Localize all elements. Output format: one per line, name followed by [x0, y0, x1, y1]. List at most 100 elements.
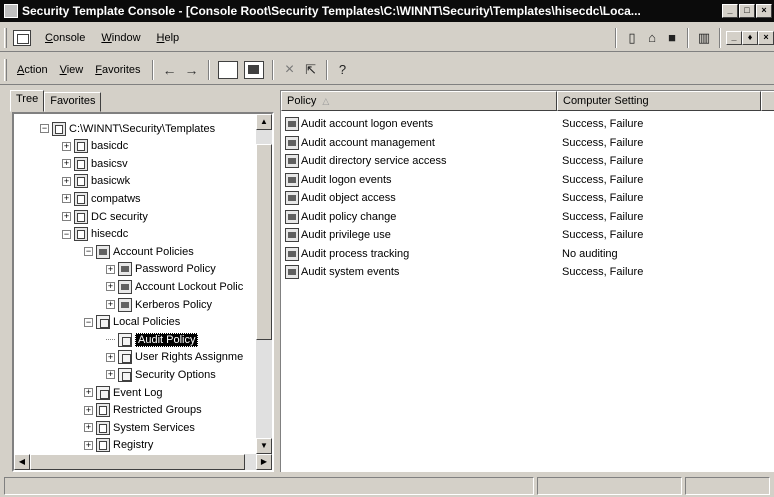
computer-setting-cell: Success, Failure: [562, 266, 644, 278]
menubar-grip[interactable]: [4, 27, 7, 48]
tree-node[interactable]: + System Services: [84, 419, 195, 436]
expand-icon[interactable]: +: [84, 423, 93, 433]
export-list-icon[interactable]: ⇱: [301, 61, 321, 79]
tree-node[interactable]: − C:\WINNT\Security\Templates: [40, 120, 215, 137]
template-icon: [96, 420, 110, 435]
scroll-left-button[interactable]: ◀: [14, 454, 30, 470]
tree-node[interactable]: + Kerberos Policy: [106, 296, 212, 313]
scroll-down-button[interactable]: ▼: [256, 438, 272, 454]
expand-icon[interactable]: +: [84, 440, 93, 450]
menu-action[interactable]: Action: [11, 64, 54, 76]
expand-icon[interactable]: +: [84, 388, 93, 397]
policy-folder-icon: [118, 367, 132, 382]
back-icon[interactable]: ←: [159, 62, 181, 78]
scroll-up-button[interactable]: ▲: [256, 114, 272, 130]
expand-icon[interactable]: +: [106, 264, 115, 274]
tree-node[interactable]: + Account Lockout Polic: [106, 278, 243, 295]
tree-node[interactable]: + Restricted Groups: [84, 402, 202, 419]
expand-icon[interactable]: +: [106, 352, 115, 362]
collapse-icon[interactable]: −: [62, 229, 71, 239]
expand-icon[interactable]: +: [106, 300, 115, 309]
tree-node[interactable]: − Local Policies: [84, 314, 180, 331]
tree-node[interactable]: + basicwk: [62, 173, 130, 190]
expand-icon[interactable]: +: [106, 282, 115, 292]
tree-node-label: Account Lockout Polic: [135, 280, 244, 293]
expand-icon[interactable]: +: [62, 159, 71, 169]
collapse-icon[interactable]: −: [40, 124, 49, 133]
menu-favorites[interactable]: Favorites: [89, 64, 146, 76]
menu-help[interactable]: Help: [149, 32, 188, 44]
new-window-icon[interactable]: ▥: [694, 29, 714, 47]
close-button[interactable]: ×: [756, 4, 772, 18]
policy-cell: Audit directory service access: [281, 154, 561, 168]
child-minimize-button[interactable]: _: [726, 30, 742, 45]
column-header-policy[interactable]: Policy △: [281, 91, 557, 111]
tab-tree[interactable]: Tree: [10, 90, 45, 112]
tab-favorites[interactable]: Favorites: [44, 92, 102, 112]
scroll-right-button[interactable]: ▶: [256, 454, 272, 470]
expand-icon[interactable]: +: [62, 194, 71, 204]
console-icon[interactable]: [13, 29, 31, 46]
policy-item-icon: [285, 191, 299, 205]
tree-node[interactable]: + DC security: [62, 208, 148, 225]
list-item[interactable]: Audit object access Success, Failure: [281, 189, 761, 207]
title-bar[interactable]: Security Template Console - [Console Roo…: [0, 0, 774, 22]
up-one-level-icon[interactable]: [217, 60, 238, 79]
expand-icon[interactable]: +: [62, 141, 71, 151]
new-icon[interactable]: ▯: [622, 29, 642, 47]
menu-window[interactable]: Window: [93, 32, 148, 44]
column-header-filler: [761, 91, 774, 111]
list-item[interactable]: Audit process tracking No auditing: [281, 245, 761, 263]
menu-view[interactable]: View: [54, 64, 90, 76]
policy-cell: Audit privilege use: [281, 228, 561, 242]
scroll-thumb[interactable]: [256, 144, 272, 340]
tree-vertical-scrollbar[interactable]: ▲ ▼: [256, 114, 272, 454]
list-item[interactable]: Audit account management Success, Failure: [281, 134, 761, 152]
computer-setting-cell: Success, Failure: [562, 173, 644, 186]
show-hide-tree-icon[interactable]: [243, 60, 264, 79]
help-icon[interactable]: ?: [333, 61, 353, 79]
list-item[interactable]: Audit system events Success, Failure: [281, 263, 761, 281]
collapse-icon[interactable]: −: [84, 247, 93, 257]
expand-icon[interactable]: +: [62, 212, 71, 221]
menu-console[interactable]: Console: [37, 32, 93, 44]
toolbar-separator-3: [271, 59, 274, 80]
save-icon[interactable]: ■: [662, 29, 682, 47]
tree-node[interactable]: + Registry: [84, 437, 153, 454]
open-icon[interactable]: ⌂: [642, 29, 662, 47]
tree-node[interactable]: + User Rights Assignme: [106, 349, 243, 366]
minimize-button[interactable]: _: [722, 4, 738, 18]
tree-node[interactable]: + Event Log: [84, 384, 163, 401]
tree-node[interactable]: − Account Policies: [84, 243, 194, 260]
toolbar-grip[interactable]: [4, 58, 7, 81]
policy-cell: Audit account logon events: [281, 117, 561, 131]
tree-node[interactable]: + Security Options: [106, 366, 216, 383]
child-restore-button[interactable]: ♦: [742, 30, 758, 45]
list-item[interactable]: Audit privilege use Success, Failure: [281, 226, 761, 244]
tree-node-label: User Rights Assignme: [135, 351, 244, 364]
menu-help-rest: elp: [164, 31, 180, 44]
collapse-icon[interactable]: −: [84, 317, 93, 327]
tree-node[interactable]: + Password Policy: [106, 261, 216, 278]
expand-icon[interactable]: +: [84, 405, 93, 415]
child-close-button[interactable]: ×: [758, 30, 774, 45]
pane-splitter[interactable]: [275, 90, 279, 472]
tree-node[interactable]: Audit Policy: [106, 331, 199, 348]
tree-node[interactable]: + basicsv: [62, 155, 128, 172]
list-item[interactable]: Audit logon events Success, Failure: [281, 171, 761, 189]
forward-icon[interactable]: →: [181, 62, 203, 78]
list-item[interactable]: Audit policy change Success, Failure: [281, 208, 761, 226]
tree-node[interactable]: − hisecdc: [62, 226, 128, 243]
maximize-button[interactable]: □: [739, 4, 755, 18]
expand-icon[interactable]: +: [62, 176, 71, 186]
delete-icon[interactable]: ×: [279, 61, 301, 79]
tree-horizontal-scrollbar[interactable]: ◀ ▶: [14, 454, 272, 470]
hscroll-thumb[interactable]: [30, 454, 245, 470]
tree-node[interactable]: + basicdc: [62, 138, 128, 155]
list-item[interactable]: Audit account logon events Success, Failu…: [281, 115, 761, 133]
list-item[interactable]: Audit directory service access Success, F…: [281, 152, 761, 170]
expand-icon[interactable]: +: [106, 370, 115, 380]
list-header: Policy △ Computer Setting: [281, 91, 774, 111]
column-header-computer-setting[interactable]: Computer Setting: [557, 91, 761, 111]
tree-node[interactable]: + compatws: [62, 190, 141, 207]
